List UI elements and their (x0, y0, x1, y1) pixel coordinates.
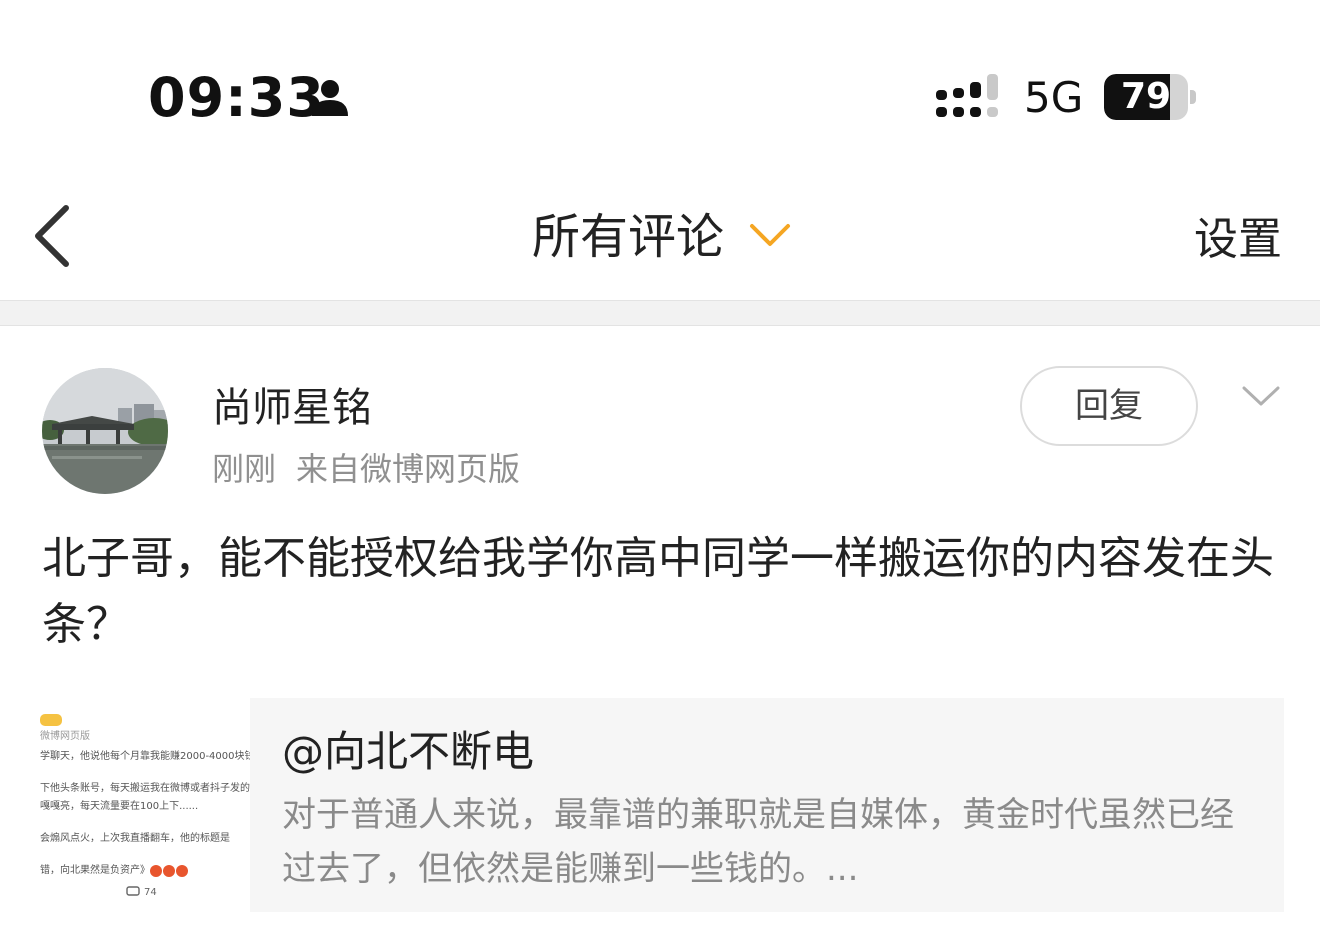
thumbnail-line: 微博网页版 (40, 731, 90, 742)
quoted-post-user[interactable]: @向北不断电 (282, 724, 534, 780)
thumbnail-line: 学聊天，他说他每个月靠我能赚2000-4000块钱 (40, 751, 250, 762)
comment-meta: 刚刚 来自微博网页版 (212, 446, 520, 492)
avatar[interactable] (42, 368, 168, 494)
thumbnail-line: 错，向北果然是负资产》 (40, 865, 150, 876)
section-divider (0, 300, 1320, 326)
thumbnail-line: 会煽风点火，上次我直播翻车，他的标题是 (40, 833, 230, 844)
thumbnail-line: 嘎嘎亮，每天流量要在100上下...... (40, 801, 199, 812)
avatar-landscape-image (42, 368, 168, 494)
page-title[interactable]: 所有评论 (532, 206, 724, 268)
reply-button[interactable]: 回复 (1020, 366, 1198, 446)
thumbnail-comment-count: 74 (144, 887, 157, 898)
emoji-icon (150, 865, 188, 877)
badge-icon (40, 714, 62, 726)
thumbnail-line: 下他头条账号，每天搬运我在微博或者抖子发的 (40, 783, 250, 794)
status-time: 09:33 (148, 66, 325, 129)
username[interactable]: 尚师星铭 (212, 380, 372, 436)
settings-button[interactable]: 设置 (1194, 210, 1282, 270)
battery-level: 79 (1120, 76, 1172, 117)
back-arrow-icon[interactable] (30, 204, 74, 268)
comment-time: 刚刚 (212, 450, 277, 488)
network-type: 5G (1024, 73, 1084, 122)
person-icon (312, 80, 348, 116)
quoted-post-thumbnail[interactable]: 微博网页版 学聊天，他说他每个月靠我能赚2000-4000块钱 下他头条账号，每… (36, 698, 250, 912)
battery-icon: 79 (1104, 74, 1196, 120)
comment-source: 来自微博网页版 (296, 450, 521, 488)
comment-text: 北子哥，能不能授权给我学你高中同学一样搬运你的内容发在头条？ (42, 533, 1274, 650)
comment-icon (126, 886, 140, 896)
quoted-post-text: 对于普通人来说，最靠谱的兼职就是自媒体，黄金时代虽然已经过去了，但依然是能赚到一… (282, 795, 1234, 889)
cellular-signal-icon (936, 74, 998, 117)
chevron-down-icon[interactable] (748, 222, 792, 250)
chevron-down-icon[interactable] (1240, 382, 1282, 410)
